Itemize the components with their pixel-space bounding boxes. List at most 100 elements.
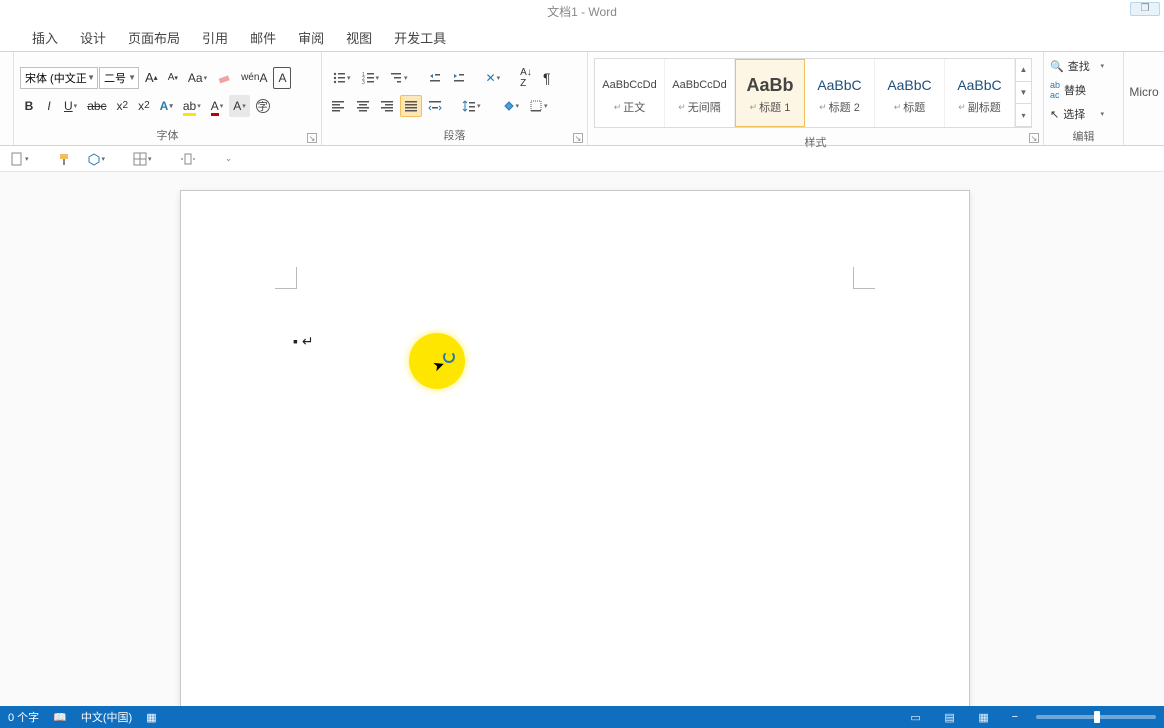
find-button[interactable]: 🔍 查找 ▾	[1046, 56, 1108, 76]
style-item-0[interactable]: AaBbCcDd↵正文	[595, 59, 665, 127]
underline-button[interactable]: U▾	[60, 95, 81, 117]
style-item-5[interactable]: AaBbC↵副标题	[945, 59, 1015, 127]
asian-layout-button[interactable]: ✕▾	[482, 67, 505, 89]
spell-check-icon[interactable]: 📖	[53, 711, 67, 724]
shading-button[interactable]: ▾	[497, 95, 524, 117]
distributed-button[interactable]	[424, 95, 446, 117]
bold-button[interactable]: B	[20, 95, 38, 117]
tab-mailings[interactable]: 邮件	[248, 24, 278, 51]
style-item-4[interactable]: AaBbC↵标题	[875, 59, 945, 127]
style-preview: AaBbC	[887, 71, 931, 99]
style-item-2[interactable]: AaBb↵标题 1	[735, 59, 805, 127]
tab-view[interactable]: 视图	[344, 24, 374, 51]
page-width-button[interactable]	[176, 148, 200, 170]
document-page[interactable]: ▪ ↵ ➤	[180, 190, 970, 706]
right-edge-group: Micro	[1124, 52, 1164, 145]
line-spacing-button[interactable]: ▾	[458, 95, 485, 117]
zoom-slider-knob[interactable]	[1094, 711, 1100, 723]
numbering-icon: 123	[361, 71, 375, 85]
tab-design[interactable]: 设计	[78, 24, 108, 51]
zoom-out-button[interactable]: −	[1008, 711, 1022, 723]
style-item-3[interactable]: AaBbC↵标题 2	[805, 59, 875, 127]
character-border-button[interactable]: A	[273, 67, 291, 89]
align-left-button[interactable]	[328, 95, 350, 117]
line-spacing-icon	[462, 99, 476, 113]
editing-group-label: 编辑	[1044, 128, 1123, 145]
font-group-label: 字体	[14, 127, 321, 145]
grow-font-button[interactable]: A▴	[141, 67, 162, 89]
font-dialog-launcher[interactable]: ↘	[307, 133, 317, 143]
tab-review[interactable]: 审阅	[296, 24, 326, 51]
align-left-icon	[332, 100, 346, 112]
select-objects-button[interactable]: ▾	[83, 148, 110, 170]
numbering-button[interactable]: 123▾	[357, 67, 384, 89]
text-effects-button[interactable]: A▾	[156, 95, 177, 117]
clear-formatting-button[interactable]	[213, 67, 235, 89]
tab-developer[interactable]: 开发工具	[392, 24, 448, 51]
macro-record-icon[interactable]: ▦	[146, 711, 156, 724]
increase-indent-button[interactable]	[448, 67, 470, 89]
align-center-icon	[356, 100, 370, 112]
italic-button[interactable]: I	[40, 95, 58, 117]
font-name-value: 宋体 (中文正	[25, 70, 87, 86]
tab-layout[interactable]: 页面布局	[126, 24, 182, 51]
show-hide-marks-button[interactable]: ¶	[538, 67, 556, 89]
style-item-1[interactable]: AaBbCcDd↵无间隔	[665, 59, 735, 127]
loading-spinner-icon	[443, 351, 455, 363]
print-layout-button[interactable]: ▤	[940, 709, 960, 725]
editing-group: 🔍 查找 ▾ abac 替换 ↖ 选择 ▾ 编辑	[1044, 52, 1124, 145]
chevron-down-icon: ▼	[87, 73, 95, 82]
overflow-button[interactable]: ⌄	[220, 148, 238, 170]
bullets-button[interactable]: ▾	[328, 67, 355, 89]
superscript-button[interactable]: x2	[134, 95, 154, 117]
tab-insert[interactable]: 插入	[30, 24, 60, 51]
align-right-button[interactable]	[376, 95, 398, 117]
borders-button[interactable]: ▾	[525, 95, 552, 117]
multilevel-list-button[interactable]: ▾	[385, 67, 412, 89]
paint-bucket-icon	[501, 99, 515, 113]
read-mode-button[interactable]: ▭	[906, 709, 926, 725]
replace-label: 替换	[1064, 82, 1086, 98]
style-preview: AaBbC	[817, 71, 861, 99]
document-area: ▪ ↵ ➤	[0, 172, 1164, 706]
change-case-button[interactable]: Aa▾	[184, 67, 211, 89]
styles-dialog-launcher[interactable]: ↘	[1029, 133, 1039, 143]
enclose-characters-button[interactable]: 字	[252, 95, 274, 117]
paragraph-dialog-launcher[interactable]: ↘	[573, 133, 583, 143]
new-style-button[interactable]: ▾	[6, 148, 33, 170]
decrease-indent-button[interactable]	[424, 67, 446, 89]
select-label: 选择	[1063, 106, 1085, 122]
zoom-slider[interactable]	[1036, 715, 1156, 719]
select-button[interactable]: ↖ 选择 ▾	[1046, 104, 1108, 124]
align-center-button[interactable]	[352, 95, 374, 117]
tab-references[interactable]: 引用	[200, 24, 230, 51]
character-shading-button[interactable]: A▾	[229, 95, 250, 117]
table-icon	[133, 152, 147, 166]
strikethrough-button[interactable]: abc	[83, 95, 110, 117]
sort-button[interactable]: A↓Z	[516, 67, 536, 89]
shrink-font-button[interactable]: A▾	[164, 67, 182, 89]
justify-button[interactable]	[400, 95, 422, 117]
page-width-icon	[180, 152, 196, 166]
style-name: ↵标题 1	[750, 99, 791, 115]
replace-button[interactable]: abac 替换	[1046, 78, 1108, 102]
format-painter-button[interactable]	[53, 148, 77, 170]
phonetic-guide-button[interactable]: wénA	[237, 67, 271, 89]
font-size-combo[interactable]: 二号 ▼	[99, 67, 139, 89]
table-button[interactable]: ▾	[129, 148, 156, 170]
language-status[interactable]: 中文(中国)	[81, 709, 132, 725]
gallery-scroll-down[interactable]: ▼	[1016, 82, 1031, 105]
gallery-scroll-more[interactable]: ▾	[1016, 104, 1031, 127]
svg-text:3: 3	[362, 80, 365, 85]
highlight-color-button[interactable]: ab▾	[179, 95, 205, 117]
style-preview: AaBbCcDd	[672, 71, 726, 99]
web-layout-button[interactable]: ▦	[974, 709, 994, 725]
font-name-combo[interactable]: 宋体 (中文正 ▼	[20, 67, 98, 89]
subscript-button[interactable]: x2	[113, 95, 133, 117]
window-restore-button[interactable]: ❐	[1130, 2, 1160, 16]
word-count[interactable]: 0 个字	[8, 709, 39, 725]
font-color-button[interactable]: A▾	[207, 95, 228, 117]
chevron-down-icon: ▼	[128, 73, 136, 82]
ribbon: 宋体 (中文正 ▼ 二号 ▼ A▴ A▾ Aa▾ wénA A	[0, 52, 1164, 146]
gallery-scroll-up[interactable]: ▲	[1016, 59, 1031, 82]
